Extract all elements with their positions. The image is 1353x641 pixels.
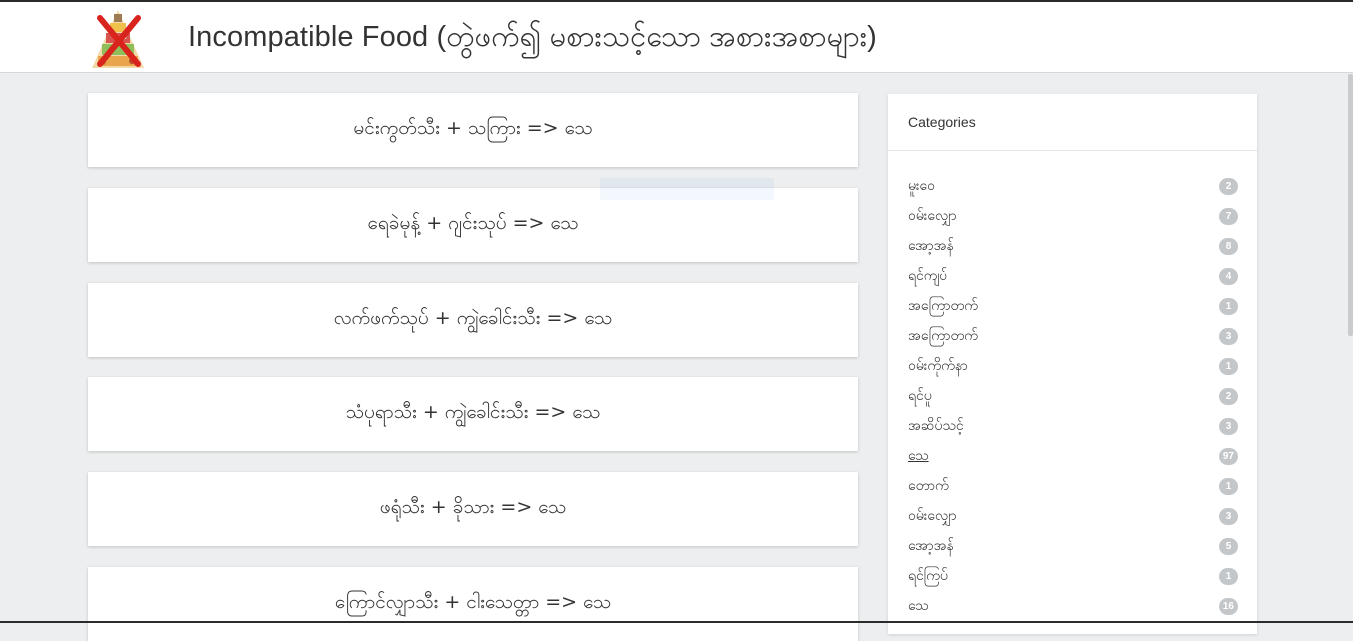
post-title[interactable]: ရေခဲမုန့် + ဂျင်းသုပ် => သေ [368,211,579,239]
category-item-active[interactable]: သေ 97 [908,441,1238,471]
category-item[interactable]: တောက် 1 [908,471,1238,501]
post-title[interactable]: ဖရုံသီး + ခိုသား => သေ [380,495,567,523]
category-item[interactable]: အော့အန် 5 [908,531,1238,561]
category-label[interactable]: ရင်ကျပ် [908,266,947,287]
category-label[interactable]: ဝမ်းလျှော [908,206,957,227]
post-card[interactable]: ကြောင်လျှာသီး + ငါးသေတ္တာ => သေ [88,567,858,641]
category-label[interactable]: ဝမ်းလျှော [908,506,957,527]
category-count-badge: 4 [1219,267,1238,285]
post-title[interactable]: သံပုရာသီး + ကျွဲခေါင်းသီး => သေ [346,400,601,428]
category-label[interactable]: အကြောတက် [908,296,978,317]
category-item[interactable]: ရင်ကျပ် 4 [908,261,1238,291]
sidebar-title: Categories [888,94,1257,151]
category-item[interactable]: မူးဝေ 2 [908,171,1238,201]
category-item[interactable]: အကြောတက် 1 [908,291,1238,321]
faded-overlay-tooltip [600,178,774,200]
category-item[interactable]: ဝမ်းကိုက်နာ 1 [908,351,1238,381]
category-count-badge: 3 [1219,327,1238,345]
post-card[interactable]: မင်းကွတ်သီး + သကြား => သေ [88,93,858,167]
site-logo[interactable] [88,4,148,70]
category-label[interactable]: တောက် [908,476,949,497]
category-label[interactable]: အော့အန် [908,236,954,257]
category-item[interactable]: အကြောတက် 3 [908,321,1238,351]
category-label[interactable]: သေ [908,446,929,467]
post-card[interactable]: လက်ဖက်သုပ် + ကျွဲခေါင်းသီး => သေ [88,283,858,357]
category-label[interactable]: ရင်ပူ [908,386,932,407]
category-label[interactable]: ဝမ်းကိုက်နာ [908,356,968,377]
category-item[interactable]: ဝမ်းလျှော 3 [908,501,1238,531]
category-count-badge: 1 [1219,297,1238,315]
category-count-badge: 2 [1219,387,1238,405]
category-count-badge: 5 [1219,537,1238,555]
category-count-badge: 16 [1218,597,1238,615]
food-pyramid-crossed-logo-icon [92,10,144,68]
category-item[interactable]: ဝမ်းလျှော 7 [908,201,1238,231]
post-title[interactable]: လက်ဖက်သုပ် + ကျွဲခေါင်းသီး => သေ [334,306,613,334]
category-count-badge: 8 [1219,237,1238,255]
post-card[interactable]: ဖရုံသီး + ခိုသား => သေ [88,472,858,546]
category-label[interactable]: မူးဝေ [908,176,935,197]
categories-sidebar: Categories မူးဝေ 2 ဝမ်းလျှော 7 အော့အန် 8… [888,94,1257,634]
category-count-badge: 7 [1219,207,1238,225]
category-count-badge: 3 [1219,417,1238,435]
category-item[interactable]: အော့အန် 8 [908,231,1238,261]
category-count-badge: 1 [1219,477,1238,495]
category-item[interactable]: အဆိပ်သင့် 3 [908,411,1238,441]
category-item[interactable]: ရင်ပူ 2 [908,381,1238,411]
category-count-badge: 1 [1219,357,1238,375]
site-title[interactable]: Incompatible Food (တွဲဖက်၍ မစားသင့်သော အ… [188,18,877,61]
category-item[interactable]: ရင်ကြပ် 1 [908,561,1238,591]
category-label[interactable]: အော့အန် [908,536,954,557]
category-label[interactable]: အဆိပ်သင့် [908,416,964,437]
category-label[interactable]: ရင်ကြပ် [908,566,948,587]
post-title[interactable]: ကြောင်လျှာသီး + ငါးသေတ္တာ => သေ [335,590,611,618]
category-label[interactable]: သေ [908,596,929,617]
category-label[interactable]: အကြောတက် [908,326,978,347]
top-navbar: Incompatible Food (တွဲဖက်၍ မစားသင့်သော အ… [0,2,1353,73]
category-count-badge: 97 [1218,447,1238,465]
category-count-badge: 1 [1219,567,1238,585]
page-scrollbar[interactable] [1348,74,1353,336]
category-count-badge: 2 [1219,177,1238,195]
category-item[interactable]: သေ 16 [908,591,1238,621]
post-card[interactable]: သံပုရာသီး + ကျွဲခေါင်းသီး => သေ [88,377,858,451]
post-title[interactable]: မင်းကွတ်သီး + သကြား => သေ [353,116,592,144]
category-count-badge: 3 [1219,507,1238,525]
